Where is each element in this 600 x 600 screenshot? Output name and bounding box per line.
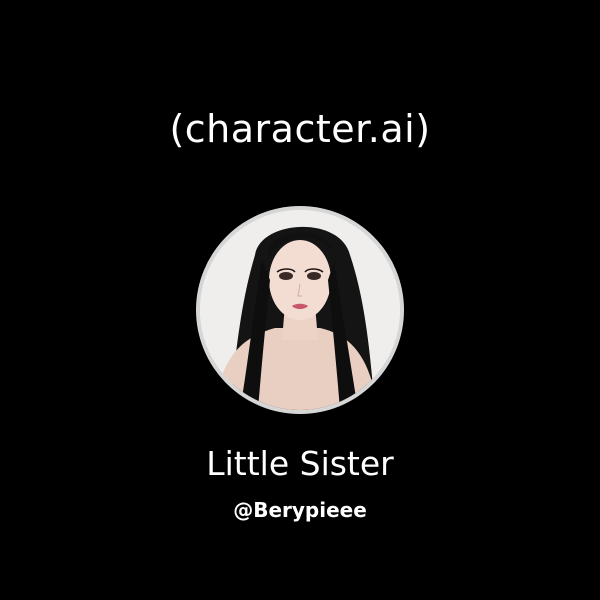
avatar-ring[interactable]	[196, 206, 404, 414]
character-portrait-icon	[200, 210, 400, 410]
character-avatar	[200, 210, 400, 410]
character-name: Little Sister	[206, 444, 394, 483]
creator-handle[interactable]: @Berypieee	[0, 495, 600, 525]
app-title: (character.ai)	[169, 107, 431, 151]
